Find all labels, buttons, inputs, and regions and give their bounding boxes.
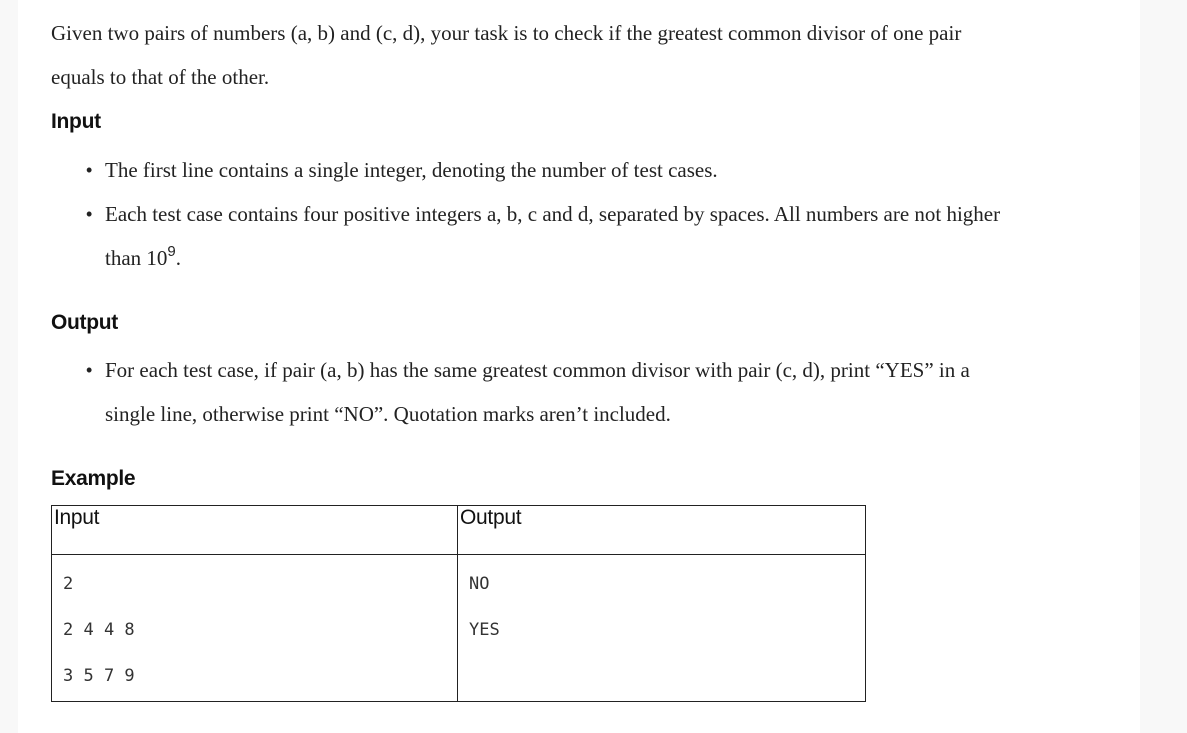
exponent: 9 xyxy=(167,243,176,260)
example-data-row: 2 2 4 4 8 3 5 7 9 NO YES xyxy=(51,554,866,702)
input-spec-list: • The first line contains a single integ… xyxy=(18,148,1140,280)
problem-description: Given two pairs of numbers (a, b) and (c… xyxy=(51,11,1091,99)
description-line-2: equals to that of the other. xyxy=(51,65,270,89)
output-heading: Output xyxy=(51,311,119,334)
example-header-row: Input Output xyxy=(51,505,866,555)
example-input-cell: 2 2 4 4 8 3 5 7 9 xyxy=(51,554,458,702)
input-spec-period: . xyxy=(175,246,181,270)
output-spec-item: • For each test case, if pair (a, b) has… xyxy=(18,348,1140,436)
output-spec-text-continued: single line, otherwise print “NO”. Quota… xyxy=(105,402,671,426)
example-table: Input Output 2 2 4 4 8 3 5 7 9 NO YES xyxy=(51,505,866,702)
example-output-header: Output xyxy=(457,505,866,555)
input-spec-text: The first line contains a single integer… xyxy=(105,158,718,182)
input-spec-text: Each test case contains four positive in… xyxy=(105,202,1001,226)
example-output-line: NO xyxy=(469,574,490,594)
example-heading: Example xyxy=(51,467,136,490)
example-output-line: YES xyxy=(469,620,500,640)
input-spec-text-continued: than 10 xyxy=(105,246,168,270)
output-spec-text: For each test case, if pair (a, b) has t… xyxy=(105,358,970,382)
input-spec-item-test-case: • Each test case contains four positive … xyxy=(18,192,1140,280)
bullet-icon: • xyxy=(86,160,93,180)
problem-statement-panel: Given two pairs of numbers (a, b) and (c… xyxy=(18,0,1140,733)
example-input-line: 3 5 7 9 xyxy=(63,666,135,686)
bullet-icon: • xyxy=(86,360,93,380)
input-heading: Input xyxy=(51,110,101,133)
description-line-1: Given two pairs of numbers (a, b) and (c… xyxy=(51,21,962,45)
bullet-icon: • xyxy=(86,204,93,224)
example-input-line: 2 4 4 8 xyxy=(63,620,135,640)
example-input-line: 2 xyxy=(63,574,74,594)
example-input-header: Input xyxy=(51,505,458,555)
example-output-cell: NO YES xyxy=(457,554,866,702)
input-spec-item-test-count: • The first line contains a single integ… xyxy=(18,148,1140,192)
output-spec-list: • For each test case, if pair (a, b) has… xyxy=(18,348,1140,436)
